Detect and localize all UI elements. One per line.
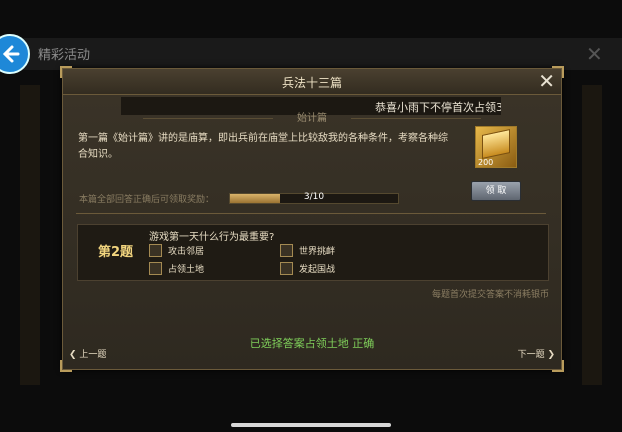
chapter-description: 第一篇《始计篇》讲的是庙算，即出兵前在庙堂上比较敌我的各种条件，考察各种综合知识… (78, 133, 448, 160)
next-question-button[interactable]: 下一题 ❯ (518, 347, 555, 360)
claim-button[interactable]: 领 取 (471, 181, 521, 201)
corner-ornament (552, 360, 564, 372)
chapter-subtitle: 始计篇 (297, 113, 327, 124)
dialog-close-button[interactable]: ✕ (538, 69, 555, 93)
prev-label: 上一题 (79, 350, 107, 360)
progress-text: 3/10 (303, 192, 325, 202)
option-label: 世界挑衅 (299, 247, 336, 257)
checkbox[interactable] (280, 262, 293, 275)
question-text: 游戏第一天什么行为最重要? (149, 232, 275, 243)
home-indicator (231, 423, 391, 427)
answer-option[interactable]: 世界挑衅 (280, 244, 335, 257)
arrow-left-icon: ❮ (69, 350, 80, 360)
prev-question-button[interactable]: ❮ 上一题 (69, 347, 106, 360)
checkbox[interactable] (149, 262, 162, 275)
checkbox[interactable] (280, 244, 293, 257)
gold-ingot-icon (482, 129, 510, 159)
option-label: 发起国战 (299, 265, 336, 275)
subtitle-divider (351, 118, 481, 119)
checkbox[interactable] (149, 244, 162, 257)
close-icon[interactable]: ✕ (586, 42, 603, 66)
answer-option[interactable]: 占领土地 (149, 262, 204, 275)
section-divider (76, 213, 546, 214)
dialog-header: 兵法十三篇 ✕ (63, 69, 561, 95)
answer-option[interactable]: 攻击邻居 (149, 244, 204, 257)
quiz-dialog: 兵法十三篇 ✕ 恭喜小雨下不停首次占领3级 始计篇 第一篇《始计篇》讲的是庙算，… (60, 66, 564, 372)
progress-label: 本篇全部回答正确后可领取奖励： (79, 195, 215, 205)
reward-count: 200 (478, 158, 494, 167)
background-panel-left (20, 85, 40, 385)
question-panel: 第2题 游戏第一天什么行为最重要? 攻击邻居 世界挑衅 占领土地 发起国战 (77, 224, 549, 281)
option-label: 攻击邻居 (168, 247, 205, 257)
arrow-right-icon: ❯ (544, 350, 555, 360)
question-number: 第2题 (98, 245, 134, 260)
reward-item[interactable]: 200 (475, 126, 517, 168)
dialog-title: 兵法十三篇 (281, 76, 342, 90)
answer-status: 已选择答案占领土地 正确 (249, 337, 375, 350)
silver-note: 每题首次提交答案不消耗银币 (431, 290, 549, 300)
next-label: 下一题 (517, 350, 545, 360)
progress-bar: 3/10 (229, 192, 399, 204)
option-label: 占领土地 (168, 265, 205, 275)
background-title: 精彩活动 (38, 48, 91, 63)
background-panel-right (582, 85, 602, 385)
background-header (0, 38, 622, 70)
answer-option[interactable]: 发起国战 (280, 262, 335, 275)
corner-ornament (60, 360, 72, 372)
